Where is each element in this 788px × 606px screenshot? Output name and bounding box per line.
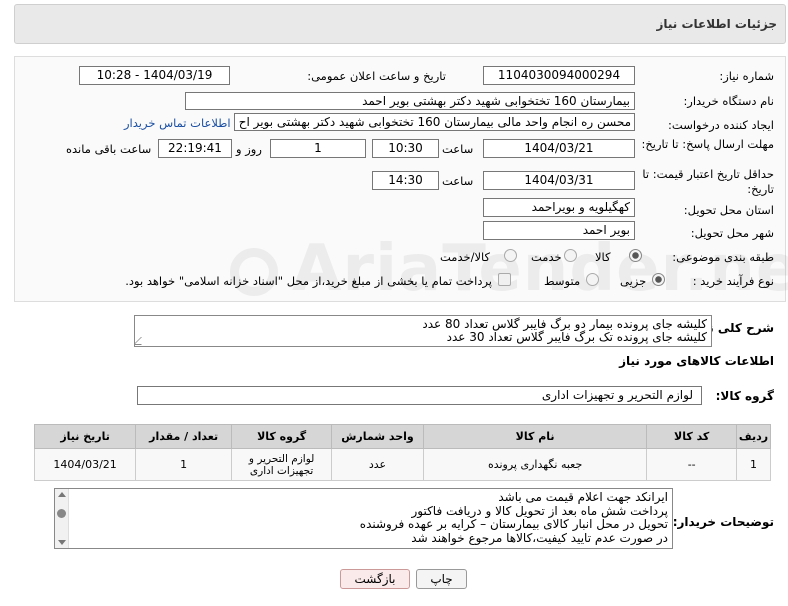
treasury-payment-note: پرداخت تمام یا بخشی از مبلغ خرید،از محل …	[125, 274, 492, 288]
cell-row-number: 1	[735, 448, 772, 481]
notes-scrollbar[interactable]	[55, 489, 69, 548]
province-field: کهگیلویه و بویراحمد	[483, 198, 635, 217]
table-header-row: ردیف کد کالا نام کالا واحد شمارش گروه کا…	[33, 424, 772, 449]
price-validity-time-label: ساعت	[442, 174, 474, 188]
notes-line: تحویل در محل انبار کالای بیمارستان – کرا…	[359, 517, 668, 531]
province-label: استان محل تحویل:	[683, 203, 774, 217]
need-number-label: شماره نیاز:	[719, 69, 774, 83]
send-deadline-date-field: 1404/03/21	[483, 139, 635, 158]
watermark-logo	[230, 248, 278, 296]
buyer-notes-label: توضیحات خریدار:	[672, 515, 774, 529]
category-service-radio[interactable]	[564, 249, 577, 262]
category-goods-service-radio[interactable]	[504, 249, 517, 262]
treasury-payment-checkbox[interactable]	[498, 273, 511, 286]
category-label: طبقه بندی موضوعی:	[672, 250, 774, 264]
notes-line: پرداخت شش ماه بعد از تحویل کالا و دریافت…	[411, 503, 668, 518]
back-button[interactable]: بازگشت	[340, 569, 410, 589]
watermark-text: AriaTender.neT	[292, 232, 788, 306]
category-service-label: خدمت	[531, 250, 562, 264]
requester-field: محسن ره انجام واحد مالی بیمارستان 160 تخ…	[234, 113, 635, 131]
notes-line: ایرانکد جهت اعلام قیمت می باشد	[498, 490, 668, 504]
page-title: جزئیات اطلاعات نیاز	[656, 17, 777, 31]
announce-datetime-field: 1404/03/19 - 10:28	[79, 66, 230, 85]
category-goods-radio[interactable]	[629, 249, 642, 262]
scroll-up-icon[interactable]	[58, 492, 66, 497]
requester-label: ایجاد کننده درخواست:	[668, 118, 774, 132]
col-goods-code: کد کالا	[646, 424, 737, 449]
days-field: 1	[270, 139, 366, 158]
need-number-field: 1104030094000294	[483, 66, 635, 85]
remaining-time-field: 22:19:41	[158, 139, 232, 158]
cell-goods-group: لوازم التحریر و تجهیزات اداری	[231, 448, 333, 481]
col-quantity: تعداد / مقدار	[135, 424, 233, 449]
cell-unit: عدد	[331, 448, 424, 481]
price-validity-date-field: 1404/03/31	[483, 171, 635, 190]
category-goods-label: کالا	[595, 250, 611, 264]
cell-quantity: 1	[135, 448, 233, 481]
cell-goods-code: --	[646, 448, 737, 481]
process-type-label: نوع فرآیند خرید :	[692, 274, 774, 288]
cell-need-date: 1404/03/21	[33, 448, 137, 481]
col-row-number: ردیف	[735, 424, 772, 449]
day-and-label: روز و	[236, 142, 262, 156]
general-description-textarea[interactable]: کلیشه جای پرونده بیمار دو برگ فایبر گلاس…	[134, 315, 712, 347]
announce-datetime-label: تاریخ و ساعت اعلان عمومی:	[307, 69, 446, 83]
description-line: کلیشه جای پرونده تک برگ فایبر گلاس تعداد…	[446, 330, 707, 344]
process-medium-radio[interactable]	[586, 273, 599, 286]
notes-content: ایرانکد جهت اعلام قیمت می باشد پرداخت شش…	[70, 490, 668, 545]
category-goods-service-label: کالا/خدمت	[440, 250, 491, 264]
goods-group-field: لوازم التحریر و تجهیزات اداری	[137, 386, 702, 405]
send-deadline-label: مهلت ارسال پاسخ: تا تاریخ:	[641, 137, 774, 151]
city-field: بویر احمد	[483, 221, 635, 240]
contact-buyer-link[interactable]: اطلاعات تماس خریدار	[124, 116, 231, 130]
process-medium-label: متوسط	[544, 274, 581, 288]
notes-line: در صورت عدم تایید کیفیت،کالاها مرجوع خوا…	[411, 530, 668, 545]
buyer-org-field: بیمارستان 160 تختخوابی شهید دکتر بهشتی ب…	[185, 92, 635, 110]
buyer-org-label: نام دستگاه خریدار:	[683, 94, 774, 108]
page-header: جزئیات اطلاعات نیاز	[14, 4, 786, 44]
send-deadline-time-label: ساعت	[442, 142, 474, 156]
price-validity-label: حداقل تاریخ اعتبار قیمت: تا تاریخ:	[642, 167, 774, 196]
city-label: شهر محل تحویل:	[690, 226, 774, 240]
buyer-notes-textarea[interactable]: ایرانکد جهت اعلام قیمت می باشد پرداخت شش…	[54, 488, 673, 549]
scroll-down-icon[interactable]	[58, 540, 66, 545]
col-goods-group: گروه کالا	[231, 424, 333, 449]
goods-table: ردیف کد کالا نام کالا واحد شمارش گروه کا…	[33, 424, 772, 481]
col-goods-name: نام کالا	[422, 424, 648, 449]
col-unit: واحد شمارش	[331, 424, 424, 449]
table-row: 1 -- جعبه نگهداری پرونده عدد لوازم التحر…	[33, 448, 772, 481]
remaining-label: ساعت باقی مانده	[66, 142, 152, 156]
process-partial-label: جزیی	[620, 274, 647, 288]
col-need-date: تاریخ نیاز	[33, 424, 137, 449]
cell-goods-name: جعبه نگهداری پرونده	[422, 448, 648, 481]
send-deadline-time-field: 10:30	[372, 139, 439, 158]
process-partial-radio[interactable]	[652, 273, 665, 286]
goods-group-label: گروه کالا:	[715, 389, 774, 403]
goods-info-heading: اطلاعات کالاهای مورد نیاز	[619, 354, 774, 368]
scroll-thumb[interactable]	[57, 509, 66, 518]
price-validity-time-field: 14:30	[372, 171, 439, 190]
print-button[interactable]: چاپ	[416, 569, 467, 589]
